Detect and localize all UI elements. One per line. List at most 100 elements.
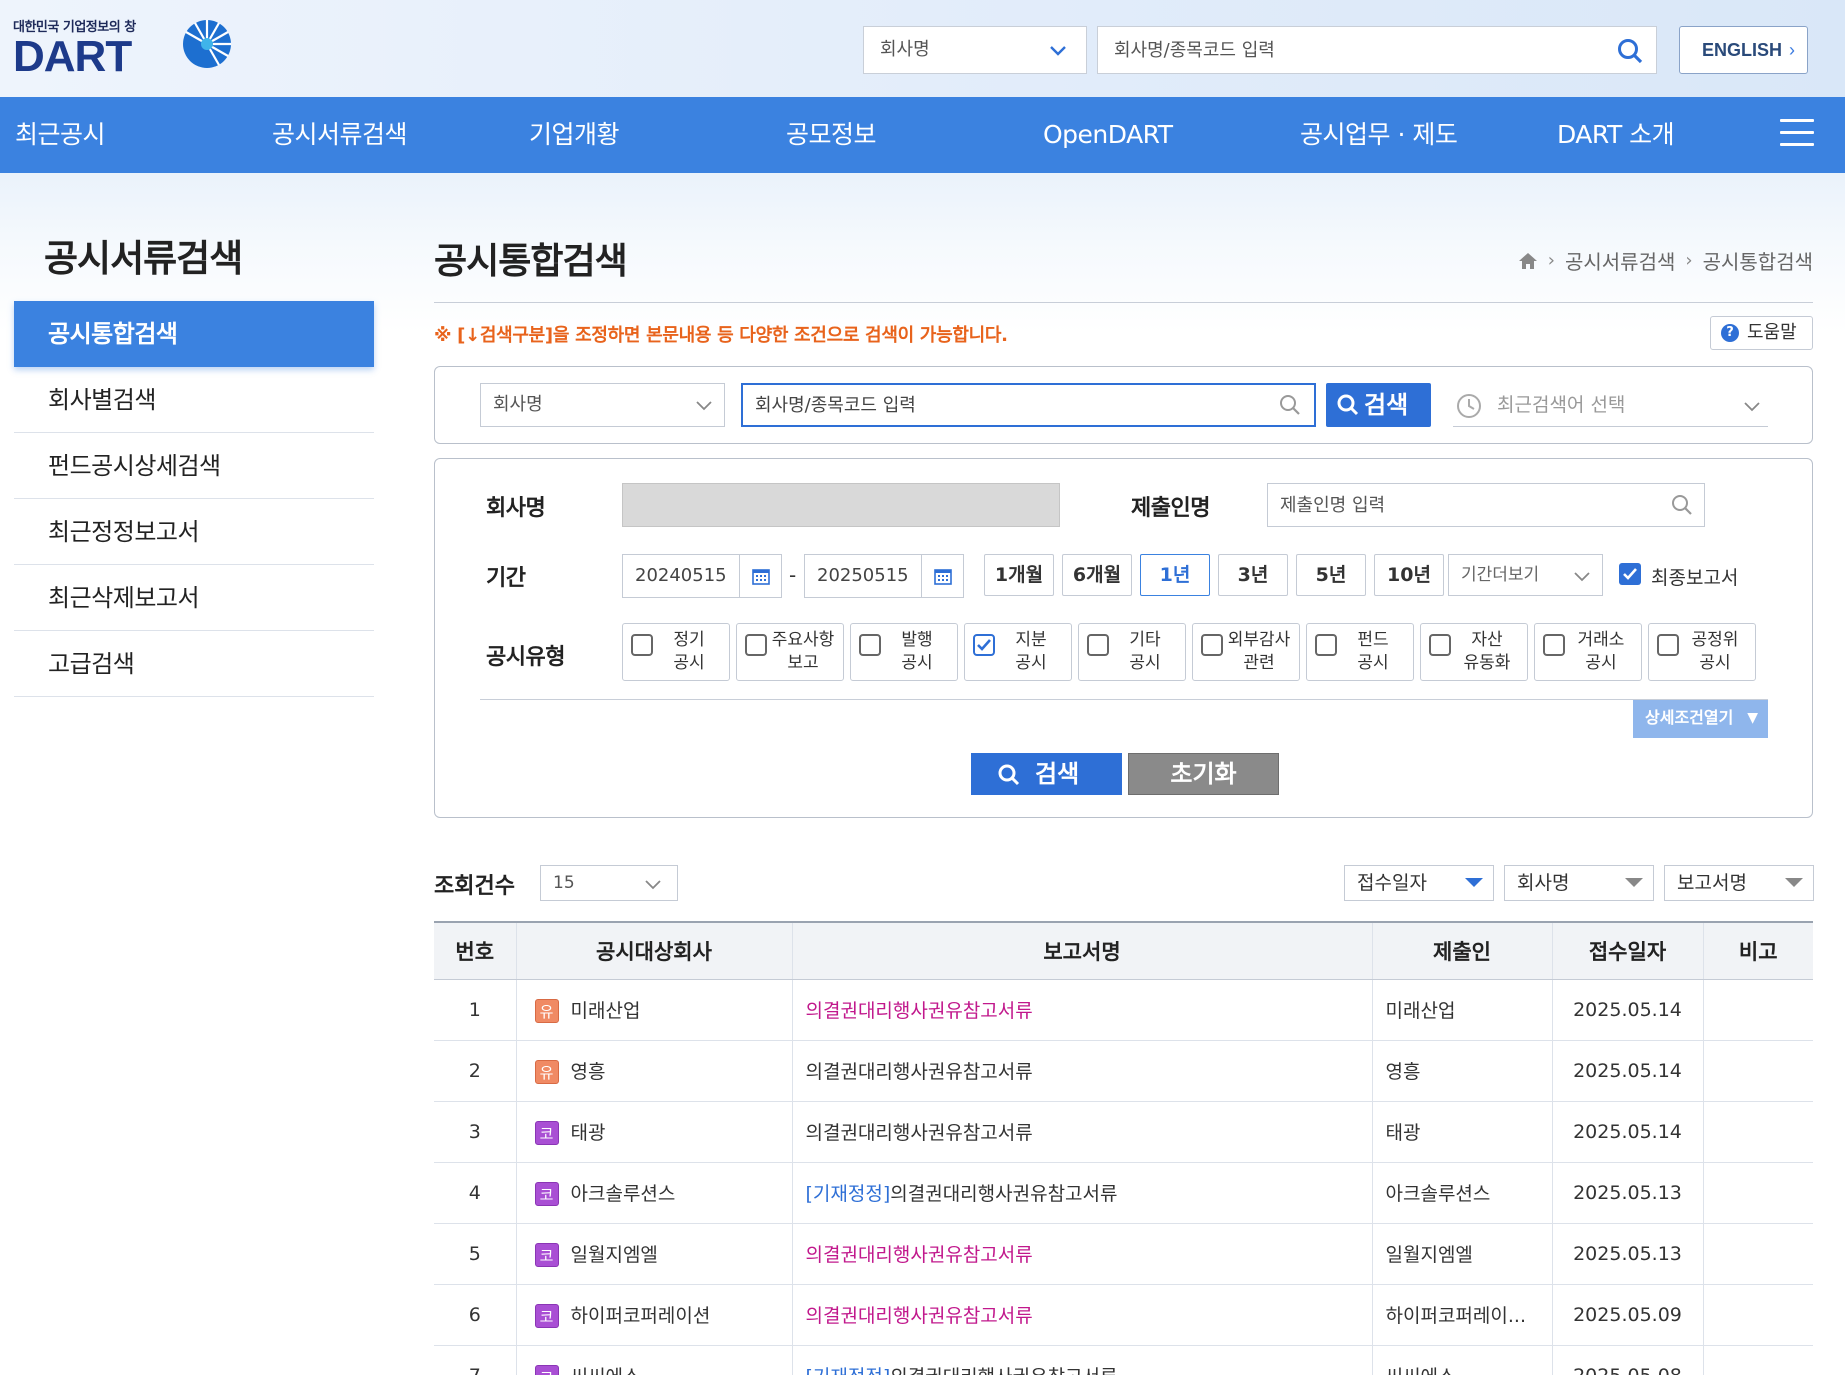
search-icon[interactable] (1616, 37, 1644, 65)
type-line2: 관련 (1243, 653, 1275, 673)
type-line2: 공시 (1585, 653, 1617, 673)
report-link[interactable]: 의결권대리행사권유참고서류 (806, 1244, 1033, 1266)
sidebar-item-company-search[interactable]: 회사별검색 (14, 367, 374, 433)
chevron-down-icon (645, 880, 661, 890)
company-link[interactable]: 아크솔루션스 (571, 1183, 676, 1205)
sidebar-item-fund-search[interactable]: 펀드공시상세검색 (14, 433, 374, 499)
report-link[interactable]: 의결권대리행사권유참고서류 (806, 1122, 1033, 1144)
sidebar-item-integrated-search[interactable]: 공시통합검색 (14, 301, 374, 367)
period-10year-button[interactable]: 10년 (1374, 554, 1444, 596)
company-link[interactable]: 하이퍼코퍼레이션 (571, 1305, 711, 1327)
breadcrumb-item[interactable]: 공시통합검색 (1703, 246, 1813, 275)
home-icon[interactable] (1518, 251, 1538, 271)
type-securitization-checkbox[interactable]: 자산 유동화 (1420, 623, 1528, 681)
nav-item-disclosure-search[interactable]: 공시서류검색 (272, 97, 408, 173)
filer-name: 영흥 (1371, 1040, 1552, 1102)
final-report-checkbox[interactable]: 최종보고서 (1619, 563, 1738, 590)
breadcrumb-item[interactable]: 공시서류검색 (1565, 246, 1675, 275)
header-search-type-select[interactable]: 회사명 (863, 26, 1087, 74)
search-icon (1337, 394, 1359, 416)
nav-item-opendart[interactable]: OpenDART (1043, 97, 1173, 173)
company-link[interactable]: 미래산업 (571, 1000, 641, 1022)
filer-input[interactable] (1268, 484, 1648, 526)
company-link[interactable]: 씨씨에스 (571, 1366, 641, 1375)
detail-search-button[interactable]: 검색 (971, 753, 1122, 795)
detail-conditions-toggle[interactable]: 상세조건열기 ▼ (1633, 700, 1768, 738)
nav-item-company-overview[interactable]: 기업개황 (529, 97, 620, 173)
type-other-checkbox[interactable]: 기타 공시 (1078, 623, 1186, 681)
history-clock-icon (1457, 394, 1481, 418)
company-link[interactable]: 일월지엠엘 (571, 1244, 658, 1266)
search-icon[interactable] (1278, 393, 1302, 417)
note-cell (1702, 1284, 1813, 1346)
period-5year-button[interactable]: 5년 (1296, 554, 1366, 596)
period-1month-button[interactable]: 1개월 (984, 554, 1054, 596)
type-periodic-checkbox[interactable]: 정기 공시 (622, 623, 730, 681)
row-number: 4 (434, 1162, 516, 1224)
calendar-icon[interactable] (739, 555, 781, 597)
help-button[interactable]: ? 도움말 (1710, 316, 1813, 350)
start-date-field[interactable]: 20240515 (622, 554, 782, 598)
report-link[interactable]: 의결권대리행사권유참고서류 (806, 1000, 1033, 1022)
sort-triangle-icon (1465, 878, 1483, 887)
end-date-field[interactable]: 20250515 (804, 554, 964, 598)
receipt-date: 2025.05.14 (1551, 979, 1703, 1041)
quick-search-type-select[interactable]: 회사명 (480, 383, 725, 427)
type-exchange-checkbox[interactable]: 거래소 공시 (1534, 623, 1642, 681)
report-link[interactable]: 의결권대리행사권유참고서류 (806, 1061, 1033, 1083)
type-line1: 발행 (901, 630, 933, 650)
dart-logo[interactable]: 대한민국 기업정보의 창 DART (13, 16, 231, 81)
table-row: 5 코 일월지엠엘 의결권대리행사권유참고서류 일월지엠엘 2025.05.13 (434, 1223, 1813, 1285)
nav-item-recent-disclosures[interactable]: 최근공시 (15, 97, 106, 173)
reset-button[interactable]: 초기화 (1128, 753, 1279, 795)
report-link[interactable]: 의결권대리행사권유참고서류 (890, 1366, 1117, 1375)
period-1year-button[interactable]: 1년 (1140, 554, 1210, 596)
result-count-value: 15 (553, 873, 575, 893)
period-6month-button[interactable]: 6개월 (1062, 554, 1132, 596)
nav-item-disclosure-system[interactable]: 공시업무 · 제도 (1300, 97, 1458, 173)
quick-search-button[interactable]: 검색 (1326, 383, 1431, 427)
type-equity-checkbox[interactable]: 지분 공시 (964, 623, 1072, 681)
hamburger-menu-icon[interactable] (1780, 119, 1814, 149)
recent-search-select[interactable]: 최근검색어 선택 (1453, 383, 1768, 427)
sort-by-report-button[interactable]: 보고서명 (1664, 865, 1814, 901)
sort-label: 회사명 (1517, 872, 1570, 894)
sort-by-company-button[interactable]: 회사명 (1504, 865, 1654, 901)
type-fund-checkbox[interactable]: 펀드 공시 (1306, 623, 1414, 681)
sort-label: 보고서명 (1677, 872, 1747, 894)
report-link[interactable]: 의결권대리행사권유참고서류 (806, 1305, 1033, 1327)
result-count-select[interactable]: 15 (540, 865, 678, 901)
type-audit-checkbox[interactable]: 외부감사 관련 (1192, 623, 1300, 681)
period-3year-button[interactable]: 3년 (1218, 554, 1288, 596)
quick-search-field (741, 383, 1316, 427)
sidebar-item-recent-corrections[interactable]: 최근정정보고서 (14, 499, 374, 565)
report-link[interactable]: 의결권대리행사권유참고서류 (890, 1183, 1117, 1205)
title-divider (434, 302, 1813, 303)
quick-search-input[interactable] (743, 385, 1243, 425)
search-icon[interactable] (1670, 493, 1694, 517)
sort-by-date-button[interactable]: 접수일자 (1344, 865, 1494, 901)
disclosure-type-label: 공시유형 (486, 645, 565, 670)
receipt-date: 2025.05.13 (1551, 1223, 1703, 1285)
company-link[interactable]: 영흥 (571, 1061, 606, 1083)
filer-name: 아크솔루션스 (1371, 1162, 1552, 1224)
receipt-date: 2025.05.13 (1551, 1162, 1703, 1224)
header-search-box (1097, 26, 1657, 74)
type-line2: 공시 (1129, 653, 1161, 673)
checkbox-icon (745, 634, 767, 656)
type-issuance-checkbox[interactable]: 발행 공시 (850, 623, 958, 681)
chevron-down-icon (1050, 46, 1066, 56)
header-search-input[interactable] (1098, 27, 1578, 73)
calendar-icon[interactable] (921, 555, 963, 597)
nav-item-about-dart[interactable]: DART 소개 (1557, 97, 1675, 173)
sidebar-item-advanced-search[interactable]: 고급검색 (14, 631, 374, 697)
sidebar-item-recent-deletions[interactable]: 최근삭제보고서 (14, 565, 374, 631)
english-button[interactable]: ENGLISH › (1679, 26, 1808, 74)
type-major-checkbox[interactable]: 주요사항 보고 (736, 623, 844, 681)
type-ftc-checkbox[interactable]: 공정위 공시 (1648, 623, 1756, 681)
company-link[interactable]: 태광 (571, 1122, 606, 1144)
checkbox-icon (1543, 634, 1565, 656)
nav-item-ipo-info[interactable]: 공모정보 (786, 97, 877, 173)
chevron-down-icon (1574, 572, 1590, 582)
period-more-select[interactable]: 기간더보기 (1448, 554, 1603, 596)
